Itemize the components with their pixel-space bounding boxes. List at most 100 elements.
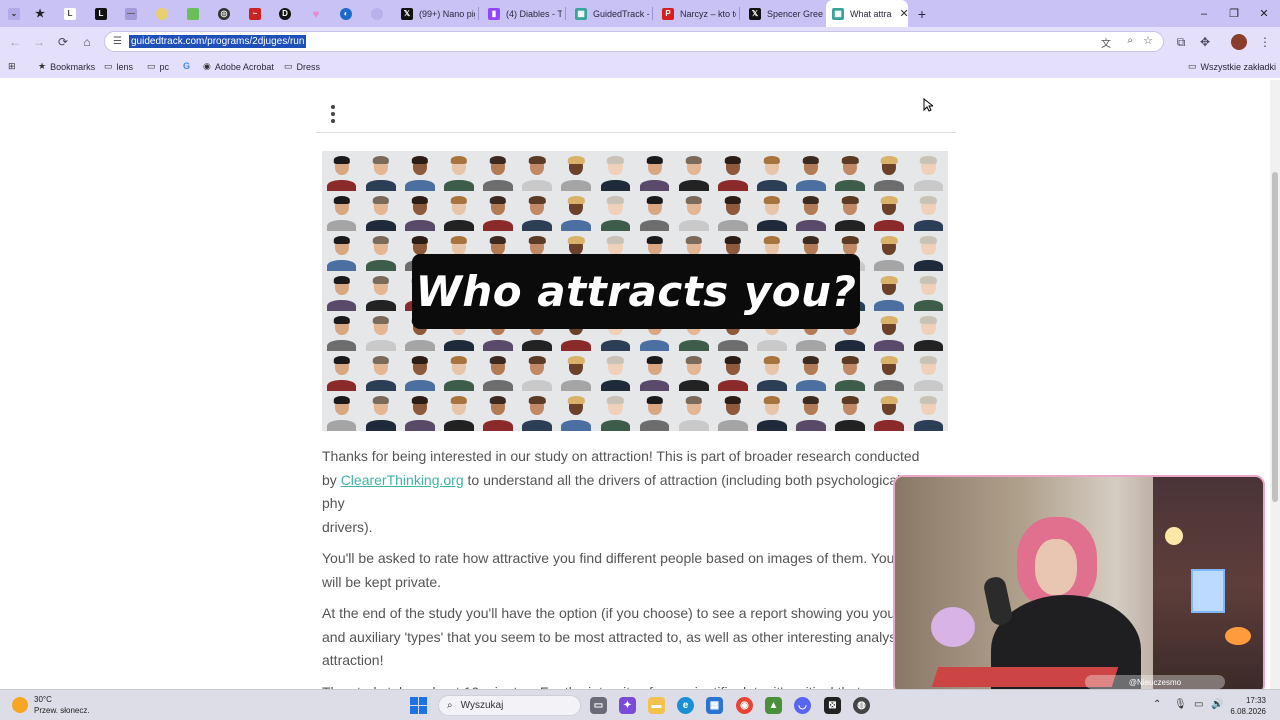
scroll-thumb[interactable] [1272,172,1278,502]
pinned-tab-7[interactable]: ◎ [210,0,238,27]
face-thumbnail [361,311,401,351]
start-button[interactable] [410,697,427,714]
pinned-tab-1[interactable]: ★ [26,0,54,27]
pinned-tab-3[interactable]: L [87,0,115,27]
tab-twitter-1[interactable]: 𝕏 (99+) Nano pig [395,0,475,27]
edge-icon[interactable]: e [677,697,694,714]
taskbar-search[interactable]: ⌕ Wyszukaj [438,695,581,716]
forward-arrow-icon[interactable]: → [30,33,48,51]
tray-overflow-icon[interactable]: ⌃ [1153,699,1161,710]
file-explorer-icon[interactable]: ▬ [648,697,665,714]
bookmark-pc[interactable]: ▭ pc [147,61,169,72]
page-scrollbar[interactable] [1270,80,1280,689]
shirt [913,339,944,351]
shirt [757,379,787,391]
close-window-button[interactable]: ✕ [1248,0,1280,27]
tab-separator [478,7,479,20]
bookmark-lens[interactable]: ▭ lens [104,61,133,72]
clearerthinking-link[interactable]: ClearerThinking.org [341,472,464,488]
volume-icon[interactable]: 🔊 [1211,699,1223,710]
site-info-icon[interactable]: ☰ [113,36,122,47]
pinned-tab-11[interactable]: ◐ [332,0,360,27]
chatgpt-icon: ◎ [218,7,230,20]
pinned-tab-9[interactable]: D [271,0,299,27]
shirt [639,379,670,391]
shirt [600,219,631,231]
survey-menu-button[interactable] [327,105,339,123]
tab-label: Narcyz – kto to [680,8,736,19]
discord-icon[interactable]: ◡ [794,697,811,714]
shirt [522,179,553,191]
zoom-icon[interactable]: ⌕ [1127,35,1133,46]
bookmark-dress[interactable]: ▭ Dress [284,61,320,72]
bookmark-google[interactable]: G [183,61,190,71]
taskbar-clock[interactable]: 17:33 6.08.2026 [1230,695,1266,717]
app-icon[interactable]: ▲ [765,697,782,714]
tab-twitch[interactable]: ▮ (4) Diables - Tw [482,0,562,27]
tab-twitter-2[interactable]: 𝕏 Spencer Green [743,0,823,27]
start-tile [419,697,427,705]
profile-avatar[interactable] [1231,34,1247,50]
pinned-tab-6[interactable] [179,0,207,27]
chrome-icon[interactable]: ◉ [736,697,753,714]
face-thumbnail [322,311,362,351]
extension-icon[interactable]: ⧉ [1172,33,1190,51]
hair [920,235,937,244]
store-icon[interactable]: ▦ [706,697,723,714]
face-thumbnail [439,151,479,191]
apps-button[interactable]: ⊞ [8,61,16,72]
face-thumbnail [361,391,401,431]
hair [333,155,350,164]
new-tab-button[interactable]: + [913,0,931,27]
hair [920,355,937,364]
copilot-icon[interactable]: ✦ [619,697,636,714]
puzzle-icon[interactable]: ✥ [1196,33,1214,51]
face-thumbnail [674,351,714,391]
hero-title: Who attracts you? [415,267,857,316]
hair [333,235,350,244]
face-thumbnail [361,271,401,311]
folder-icon: ▭ [147,61,156,71]
translate-icon[interactable]: 文 [1101,35,1111,50]
blank-tab-icon [371,7,383,20]
tab-search-button[interactable]: ⌄ [0,0,28,27]
tab-narcyz[interactable]: P Narcyz – kto to [656,0,736,27]
bookmark-label: Bookmarks [50,61,96,72]
display-icon[interactable]: ▭ [1194,699,1203,710]
pinned-tab-10[interactable]: ♥ [302,0,330,27]
pinned-tab-4[interactable]: — [117,0,145,27]
close-tab-icon[interactable]: ✕ [900,7,908,20]
face-thumbnail [595,351,635,391]
obs-icon[interactable]: ◍ [853,697,870,714]
weather-widget[interactable]: 30°C Przew. słonecz. [12,694,90,716]
pinned-tab-2[interactable]: L [56,0,84,27]
hair [763,235,781,244]
all-bookmarks[interactable]: ▭ Wszystkie zakładki [1188,61,1276,72]
bookmark-adobe-acrobat[interactable]: ◉ Adobe Acrobat [203,61,274,72]
minimize-button[interactable]: – [1188,0,1220,27]
capcut-icon[interactable]: ⊠ [824,697,841,714]
maximize-button[interactable]: ❐ [1218,0,1250,27]
shirt [365,259,396,271]
search-icon: ⌕ [447,700,453,711]
home-icon[interactable]: ⌂ [78,33,96,51]
back-arrow-icon[interactable]: ← [6,33,24,51]
url-text[interactable]: guidedtrack.com/programs/2djuges/run [129,35,307,48]
hair [528,395,546,404]
task-view-icon[interactable]: ▭ [590,697,607,714]
face-thumbnail [908,271,948,311]
bookmark-star-icon[interactable]: ☆ [1143,34,1153,47]
reload-icon[interactable]: ⟳ [54,33,72,51]
shirt [365,219,396,231]
kebab-menu-icon[interactable]: ⋮ [1256,33,1274,51]
tab-guidedtrack[interactable]: ▦ GuidedTrack - [569,0,649,27]
pinned-tab-5[interactable] [148,0,176,27]
hair [920,315,937,324]
pinned-tab-12[interactable] [363,0,391,27]
pinned-tab-8[interactable]: ~ [241,0,269,27]
tab-active-what-attracts[interactable]: ▦ What attra ✕ [826,0,908,27]
microphone-icon[interactable]: 🎙 [1174,699,1187,710]
bookmark-bookmarks[interactable]: ★ Bookmarks [38,61,95,72]
face-thumbnail [869,271,909,311]
address-bar[interactable]: ☰ guidedtrack.com/programs/2djuges/run 文… [104,31,1164,52]
